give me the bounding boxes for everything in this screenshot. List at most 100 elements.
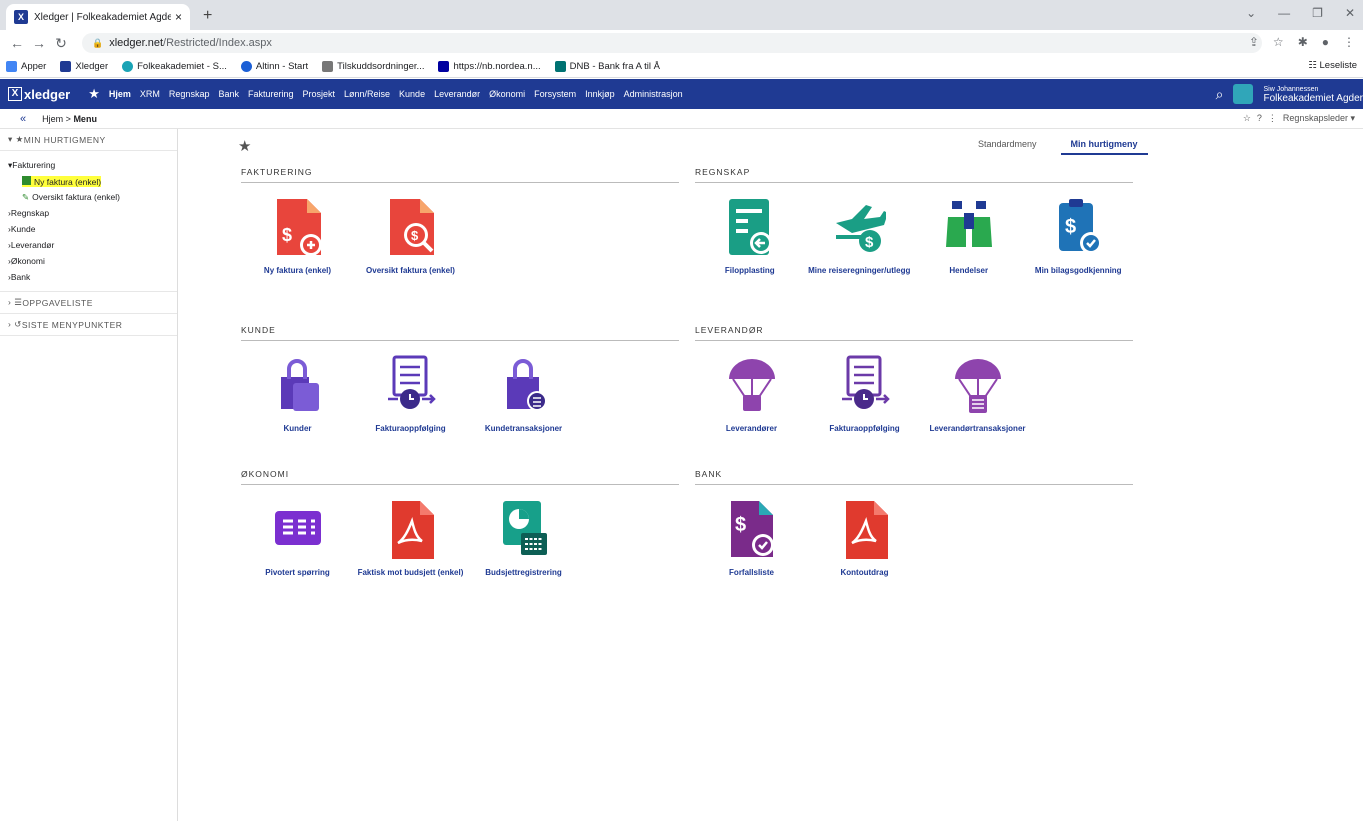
nav-fakturering[interactable]: Fakturering [248, 89, 294, 99]
tile-kontoutdrag[interactable]: Kontoutdrag [808, 499, 921, 578]
tile-faktisk-mot-budsjett[interactable]: Faktisk mot budsjett (enkel) [354, 499, 467, 578]
help-icon[interactable]: ? [1257, 113, 1262, 124]
back-icon[interactable]: ← [6, 35, 28, 51]
breadcrumb-home[interactable]: Hjem [42, 114, 63, 124]
tile-leverandorer[interactable]: Leverandører [695, 355, 808, 434]
reload-icon[interactable]: ↻ [50, 35, 72, 52]
nav-leverandor[interactable]: Leverandør [434, 89, 480, 99]
group-fakturering: FAKTURERING $ Ny faktura (enkel) $ Oversik… [241, 167, 679, 276]
reading-list[interactable]: ☷ Leseliste [1308, 60, 1357, 71]
tile-leverandortransaksjoner[interactable]: Leverandørtransaksjoner [921, 355, 1034, 434]
nav-okonomi[interactable]: Økonomi [489, 89, 525, 99]
favorites-star-icon[interactable]: ★ [88, 86, 100, 102]
bookmarks-bar: Apper Xledger Folkeakademiet - S... Alti… [0, 56, 1363, 78]
nav-administrasjon[interactable]: Administrasjon [624, 89, 683, 99]
binoculars-icon [942, 197, 996, 259]
star-icon[interactable]: ★ [238, 137, 251, 155]
main-nav: ★ Hjem XRM Regnskap Bank Fakturering Pro… [88, 86, 682, 102]
search-icon[interactable]: ⌕ [1216, 86, 1224, 103]
bookmark-star-icon[interactable]: ☆ [1273, 35, 1284, 49]
svg-text:$: $ [735, 514, 746, 536]
url-field[interactable]: 🔒 xledger.net/Restricted/Index.aspx [82, 33, 1262, 53]
tab-search-icon[interactable]: ⌄ [1246, 6, 1256, 20]
browser-tab[interactable]: X Xledger | Folkeakademiet Agder × [6, 4, 190, 30]
tile-budsjettregistrering[interactable]: Budsjettregistrering [467, 499, 580, 578]
close-window-icon[interactable]: ✕ [1345, 6, 1355, 20]
tree-item-oversikt-faktura[interactable]: ✎ Oversikt faktura (enkel) [8, 189, 177, 205]
xledger-logo-icon: X [8, 87, 22, 101]
tab-standardmeny[interactable]: Standardmeny [978, 139, 1037, 155]
restore-icon[interactable]: ❐ [1312, 6, 1323, 20]
url-host: xledger.net [109, 37, 164, 49]
profile-icon[interactable]: ● [1322, 35, 1329, 49]
bookmark-dnb[interactable]: DNB - Bank fra A til Å [554, 61, 660, 72]
share-icon[interactable]: ⇪ [1249, 35, 1259, 49]
quickmenu-header[interactable]: ▾ ★ MIN HURTIGMENY [0, 129, 177, 151]
new-tab-icon[interactable]: + [203, 7, 212, 25]
tab-min-hurtigmeny[interactable]: Min hurtigmeny [1060, 139, 1148, 155]
nav-innkjop[interactable]: Innkjøp [585, 89, 615, 99]
tile-filopplasting[interactable]: Filopplasting [695, 197, 805, 276]
minimize-icon[interactable]: — [1278, 6, 1290, 20]
nav-forsystem[interactable]: Forsystem [534, 89, 576, 99]
shopping-bag-icon [271, 355, 325, 417]
tile-bilagsgodkjenning[interactable]: $ Min bilagsgodkjenning [1024, 197, 1134, 276]
main-content: ★ Standardmeny Min hurtigmeny FAKTURERIN… [178, 129, 1363, 821]
browser-tabstrip: X Xledger | Folkeakademiet Agder × + ⌄ —… [0, 0, 1363, 30]
collapse-sidebar-icon[interactable]: « [20, 113, 26, 125]
bookmark-folkeakademiet[interactable]: Folkeakademiet - S... [122, 61, 227, 72]
tile-kundetransaksjoner[interactable]: Kundetransaksjoner [467, 355, 580, 434]
svg-text:$: $ [282, 225, 292, 245]
tile-oversikt-faktura[interactable]: $ Oversikt faktura (enkel) [354, 197, 467, 276]
tree-group-fakturering[interactable]: ▾ Fakturering [8, 157, 177, 173]
nav-lonn-reise[interactable]: Lønn/Reise [344, 89, 390, 99]
nordea-icon [438, 61, 450, 72]
tile-reiseregninger[interactable]: $ Mine reiseregninger/utlegg [805, 197, 915, 276]
tile-forfallsliste[interactable]: $ Forfallsliste [695, 499, 808, 578]
tree-folder-regnskap[interactable]: › Regnskap [8, 205, 177, 221]
tab-title: Xledger | Folkeakademiet Agder [34, 11, 171, 23]
url-path: /Restricted/Index.aspx [163, 37, 272, 49]
bookmark-tilskudd[interactable]: Tilskuddsordninger... [322, 61, 424, 72]
bookmark-nordea[interactable]: https://nb.nordea.n... [438, 61, 541, 72]
tile-hendelser[interactable]: Hendelser [914, 197, 1024, 276]
more-icon[interactable]: ⋮ [1268, 113, 1277, 124]
tree-folder-bank[interactable]: › Bank [8, 269, 177, 285]
travel-expense-icon: $ [832, 197, 889, 259]
tile-fakturaoppfolging-kunde[interactable]: Fakturaoppfølging [354, 355, 467, 434]
tile-kunder[interactable]: Kunder [241, 355, 354, 434]
tasklist-header[interactable]: › ☰ OPPGAVELISTE [0, 292, 177, 314]
menu-tabs: Standardmeny Min hurtigmeny [978, 139, 1148, 155]
nav-hjem[interactable]: Hjem [109, 89, 131, 99]
user-menu[interactable]: Siw Johannessen Folkeakademiet Agder [1263, 85, 1363, 104]
sidebar: ▾ ★ MIN HURTIGMENY ▾ Fakturering Ny fakt… [0, 129, 178, 821]
nav-xrm[interactable]: XRM [140, 89, 160, 99]
tile-ny-faktura[interactable]: $ Ny faktura (enkel) [241, 197, 354, 276]
breadcrumb: « Hjem > Menu ☆ ? ⋮ Regnskapsleder ▾ [0, 109, 1363, 129]
tree-folder-kunde[interactable]: › Kunde [8, 221, 177, 237]
altinn-icon [240, 61, 252, 72]
role-selector[interactable]: Regnskapsleder ▾ [1283, 113, 1355, 124]
bookmark-xledger[interactable]: Xledger [60, 61, 108, 72]
svg-text:$: $ [1065, 216, 1076, 238]
tile-fakturaoppfolging-leverandor[interactable]: Fakturaoppfølging [808, 355, 921, 434]
xledger-logo[interactable]: Xxledger [8, 87, 70, 102]
menu-icon[interactable]: ⋮ [1343, 35, 1355, 49]
tile-pivotert-sporring[interactable]: Pivotert spørring [241, 499, 354, 578]
forward-icon[interactable]: → [28, 35, 50, 51]
nav-bank[interactable]: Bank [218, 89, 239, 99]
svg-text:$: $ [411, 228, 419, 243]
nav-regnskap[interactable]: Regnskap [169, 89, 210, 99]
nav-prosjekt[interactable]: Prosjekt [303, 89, 336, 99]
close-tab-icon[interactable]: × [175, 10, 182, 24]
supplier-transactions-icon [951, 355, 1005, 417]
favorite-page-icon[interactable]: ☆ [1243, 113, 1251, 124]
bookmark-apps[interactable]: Apper [6, 61, 46, 72]
recent-header[interactable]: › ↺ SISTE MENYPUNKTER [0, 314, 177, 336]
bookmark-altinn[interactable]: Altinn - Start [240, 61, 308, 72]
tree-folder-leverandor[interactable]: › Leverandør [8, 237, 177, 253]
tree-item-ny-faktura[interactable]: Ny faktura (enkel) [8, 173, 177, 189]
nav-kunde[interactable]: Kunde [399, 89, 425, 99]
extensions-icon[interactable]: ✱ [1298, 35, 1308, 49]
tree-folder-okonomi[interactable]: › Økonomi [8, 253, 177, 269]
